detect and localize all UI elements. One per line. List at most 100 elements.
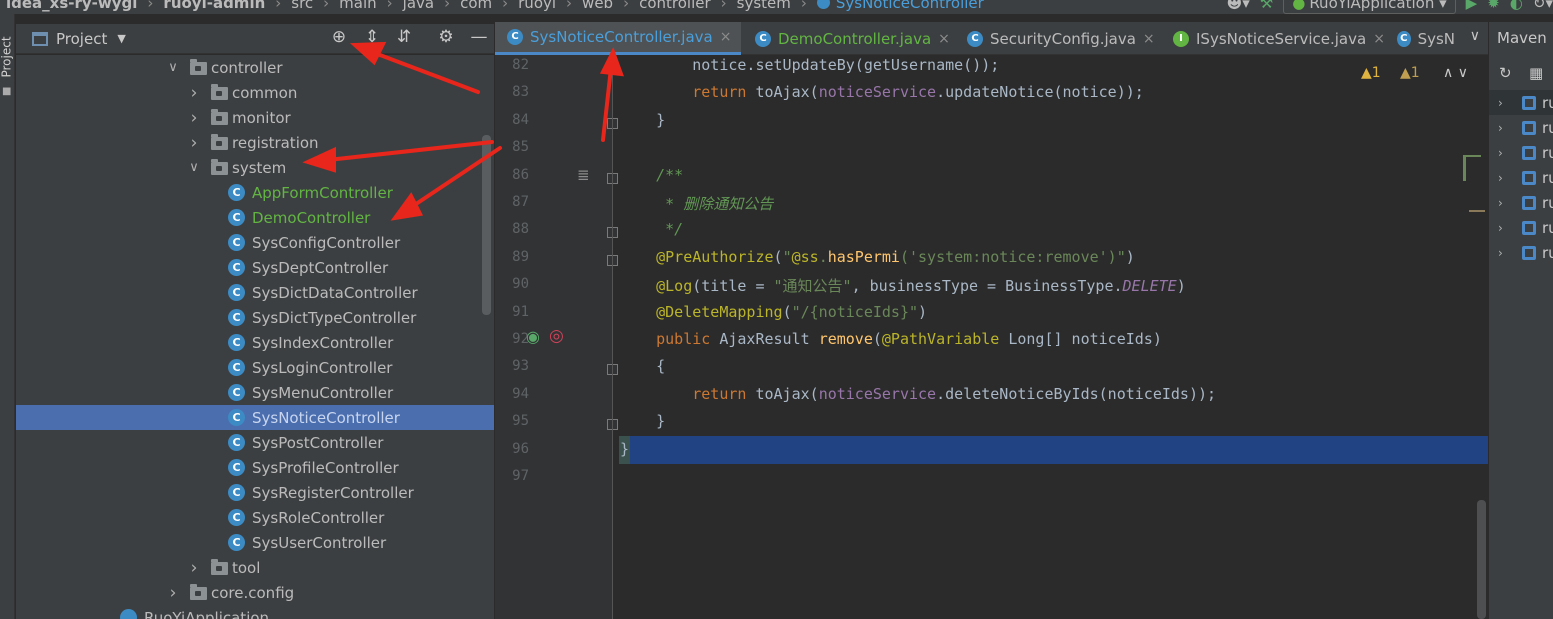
tab-DemoController.java[interactable]: C DemoController.java × xyxy=(743,22,960,55)
maven-project-row[interactable]: › ru xyxy=(1489,240,1553,265)
tree-item-SysNoticeController[interactable]: C SysNoticeController xyxy=(16,405,494,430)
tab-ISysNoticeService.java[interactable]: I ISysNoticeService.java × xyxy=(1161,22,1395,55)
tree-item-SysProfileController[interactable]: C SysProfileController xyxy=(16,455,494,480)
breadcrumb-item[interactable]: src xyxy=(285,0,319,12)
tree-item-RuoYiApplication[interactable]: RuoYiApplication xyxy=(16,605,494,619)
code-line: } xyxy=(620,439,630,458)
chevron-down-icon[interactable]: ∨ xyxy=(187,160,201,175)
tree-folder-core.config[interactable]: › core.config xyxy=(16,580,494,605)
tree-item-DemoController[interactable]: C DemoController xyxy=(16,205,494,230)
user-icon[interactable]: ☻▾ xyxy=(1227,0,1250,12)
tab-SysNoticeController.java[interactable]: C SysNoticeController.java × xyxy=(495,22,742,55)
chevron-right-icon[interactable]: › xyxy=(1498,171,1503,185)
run-configuration-label: RuoYiApplication xyxy=(1309,0,1435,12)
close-icon[interactable]: × xyxy=(1143,31,1155,47)
quick-doc-icon[interactable]: ≣ xyxy=(577,166,590,184)
coverage-icon[interactable]: ◐ xyxy=(1510,0,1523,12)
project-view-label[interactable]: Project xyxy=(56,30,107,48)
tree-folder-monitor[interactable]: › monitor xyxy=(16,105,494,130)
maven-project-row[interactable]: › ru xyxy=(1489,190,1553,215)
locate-file-icon[interactable]: ⊕ xyxy=(328,27,350,47)
breadcrumb-separator-icon: › xyxy=(800,0,807,12)
tree-folder-registration[interactable]: › registration xyxy=(16,130,494,155)
tree-item-SysIndexController[interactable]: C SysIndexController xyxy=(16,330,494,355)
tree-item-label: monitor xyxy=(232,108,291,127)
breadcrumb-item[interactable]: java xyxy=(397,0,440,12)
tree-folder-common[interactable]: › common xyxy=(16,80,494,105)
inspection-warnings[interactable]: ▲1 xyxy=(1400,65,1420,81)
class-icon xyxy=(816,0,830,9)
tab-SysN[interactable]: C SysN xyxy=(1385,22,1465,55)
tree-item-SysMenuController[interactable]: C SysMenuController xyxy=(16,380,494,405)
breadcrumb-item[interactable]: idea_xs-ry-wygl xyxy=(0,0,143,12)
tree-folder-system[interactable]: ∨ system xyxy=(16,155,494,180)
build-hammer-icon[interactable]: ⚒ xyxy=(1260,0,1273,12)
tree-item-SysConfigController[interactable]: C SysConfigController xyxy=(16,230,494,255)
chevron-right-icon[interactable]: › xyxy=(187,133,201,153)
breadcrumb-item[interactable]: main xyxy=(333,0,382,12)
tree-item-SysDictDataController[interactable]: C SysDictDataController xyxy=(16,280,494,305)
tree-item-SysRegisterController[interactable]: C SysRegisterController xyxy=(16,480,494,505)
maven-project-row[interactable]: › ru xyxy=(1489,215,1553,240)
project-tool-window-tab[interactable]: Project xyxy=(0,36,14,77)
editor-scrollbar[interactable] xyxy=(1477,500,1486,619)
breadcrumb-item[interactable]: com xyxy=(454,0,498,12)
chevron-right-icon[interactable]: › xyxy=(166,583,180,603)
code-editor[interactable]: 82 83 84 85 86 87 88 89 90 91 92 93 94 95 96 97 ≣ ◉ ◎ noti… xyxy=(495,55,1488,619)
tree-item-SysDeptController[interactable]: C SysDeptController xyxy=(16,255,494,280)
maven-project-row[interactable]: › ru xyxy=(1489,165,1553,190)
run-icon[interactable]: ▶ xyxy=(1466,0,1478,12)
tree-scrollbar[interactable] xyxy=(482,135,491,315)
chevron-right-icon[interactable]: › xyxy=(1498,146,1503,160)
tab-SecurityConfig.java[interactable]: C SecurityConfig.java × xyxy=(955,22,1165,55)
chevron-down-icon[interactable]: ∨ xyxy=(166,60,180,75)
collapse-all-icon[interactable]: ⇵ xyxy=(393,27,415,47)
maven-project-row[interactable]: › ru xyxy=(1489,115,1553,140)
chevron-right-icon[interactable]: › xyxy=(1498,96,1503,110)
chevron-right-icon[interactable]: › xyxy=(187,558,201,578)
mapping-gutter-icon[interactable]: ◉ xyxy=(526,327,540,346)
endpoint-gutter-icon[interactable]: ◎ xyxy=(549,326,564,346)
close-icon[interactable]: × xyxy=(1373,31,1385,47)
close-icon[interactable]: × xyxy=(720,29,732,45)
chevron-down-icon[interactable]: ▼ xyxy=(117,32,125,45)
maven-title[interactable]: Maven xyxy=(1497,29,1547,47)
chevron-right-icon[interactable]: › xyxy=(1498,121,1503,135)
run-configuration-select[interactable]: ● RuoYiApplication ▾ xyxy=(1283,0,1456,14)
breadcrumb-item[interactable]: ruoyi xyxy=(512,0,562,12)
chevron-right-icon[interactable]: › xyxy=(187,83,201,103)
reload-icon[interactable]: ↻ xyxy=(1499,64,1512,82)
tree-item-SysUserController[interactable]: C SysUserController xyxy=(16,530,494,555)
expand-all-icon[interactable]: ⇕ xyxy=(361,27,383,47)
breadcrumb-item[interactable]: controller xyxy=(633,0,717,12)
tree-folder-tool[interactable]: › tool xyxy=(16,555,494,580)
inspection-errors[interactable]: ▲1 xyxy=(1361,65,1381,81)
tree-item-SysRoleController[interactable]: C SysRoleController xyxy=(16,505,494,530)
tree-item-AppFormController[interactable]: C AppFormController xyxy=(16,180,494,205)
breadcrumb-item[interactable]: ruoyi-admin xyxy=(157,0,271,12)
breadcrumb-separator-icon: › xyxy=(275,0,282,12)
tree-item-SysPostController[interactable]: C SysPostController xyxy=(16,430,494,455)
tabs-overflow-chevron-icon[interactable]: ∨ xyxy=(1470,28,1480,44)
chevron-right-icon[interactable]: › xyxy=(1498,221,1503,235)
breadcrumb-current[interactable]: SysNoticeController xyxy=(811,0,990,12)
chevron-right-icon[interactable]: › xyxy=(1498,246,1503,260)
tree-item-SysDictTypeController[interactable]: C SysDictTypeController xyxy=(16,305,494,330)
maven-project-row[interactable]: › ru xyxy=(1489,140,1553,165)
more-run-icon[interactable]: ↻▾ xyxy=(1533,0,1553,12)
maven-module-icon xyxy=(1522,220,1536,235)
tree-folder-controller[interactable]: ∨ controller xyxy=(16,55,494,80)
chevron-right-icon[interactable]: › xyxy=(1498,196,1503,210)
maven-project-row[interactable]: › ru xyxy=(1489,90,1553,115)
close-icon[interactable]: × xyxy=(938,31,950,47)
add-project-icon[interactable]: ▦ xyxy=(1529,64,1543,82)
breadcrumb-item[interactable]: system xyxy=(731,0,797,12)
chevron-right-icon[interactable]: › xyxy=(187,108,201,128)
debug-icon[interactable]: ✹ xyxy=(1487,0,1500,12)
change-marker-top xyxy=(1463,155,1481,157)
inspection-nav-icon[interactable]: ∧ ∨ xyxy=(1443,65,1468,81)
tree-item-SysLoginController[interactable]: C SysLoginController xyxy=(16,355,494,380)
hide-panel-icon[interactable]: — xyxy=(468,27,490,47)
breadcrumb-item[interactable]: web xyxy=(576,0,619,12)
gear-icon[interactable]: ⚙ xyxy=(435,27,457,47)
